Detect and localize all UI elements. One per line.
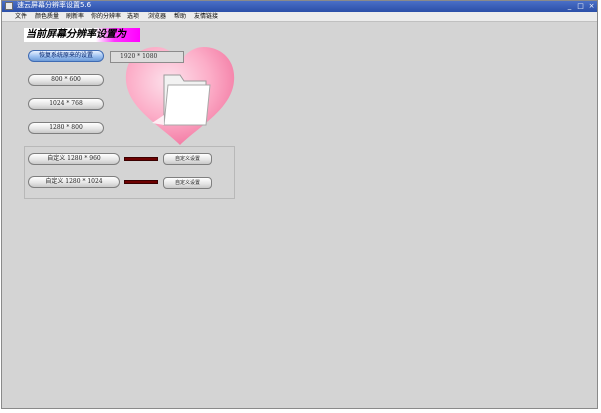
restore-original-settings-button[interactable]: 恢复系统原来的设置	[28, 50, 104, 62]
custom-settings-button[interactable]: 自定义设置	[163, 153, 212, 165]
close-icon[interactable]: ×	[587, 2, 596, 10]
preset-800x600-button[interactable]: 800 * 600	[28, 74, 104, 86]
menu-color-quality[interactable]: 颜色质量	[35, 12, 59, 21]
maximize-icon[interactable]: □	[576, 2, 585, 10]
menu-browser[interactable]: 浏览器	[148, 12, 166, 21]
preset-1280x800-button[interactable]: 1280 * 800	[28, 122, 104, 134]
menu-your-resolution[interactable]: 你的分辨率	[91, 12, 121, 21]
app-icon	[5, 2, 13, 10]
color-swatch	[124, 180, 158, 184]
color-swatch	[124, 157, 158, 161]
page-title: 当前屏幕分辨率设置为	[24, 28, 140, 42]
app-window: 速云屏幕分辨率设置5.6 _ □ × 文件 颜色质量 刷新率 你的分辨率 选项 …	[1, 0, 598, 409]
preset-1024x768-button[interactable]: 1024 * 768	[28, 98, 104, 110]
custom-1280x1024-button[interactable]: 自定义 1280 * 1024	[28, 176, 120, 188]
minimize-icon[interactable]: _	[565, 2, 574, 10]
title-bar: 速云屏幕分辨率设置5.6 _ □ ×	[2, 1, 597, 12]
custom-1280x960-button[interactable]: 自定义 1280 * 960	[28, 153, 120, 165]
menu-bar: 文件 颜色质量 刷新率 你的分辨率 选项 浏览器 帮助 友情链接	[2, 12, 597, 22]
menu-friend-links[interactable]: 友情链接	[194, 12, 218, 21]
menu-file[interactable]: 文件	[15, 12, 27, 21]
window-title: 速云屏幕分辨率设置5.6	[17, 1, 92, 9]
menu-options[interactable]: 选项	[127, 12, 139, 21]
current-resolution-display: 1920 * 1080	[110, 51, 184, 63]
menu-help[interactable]: 帮助	[174, 12, 186, 21]
menu-refresh-rate[interactable]: 刷新率	[66, 12, 84, 21]
custom-settings-button[interactable]: 自定义设置	[163, 177, 212, 189]
